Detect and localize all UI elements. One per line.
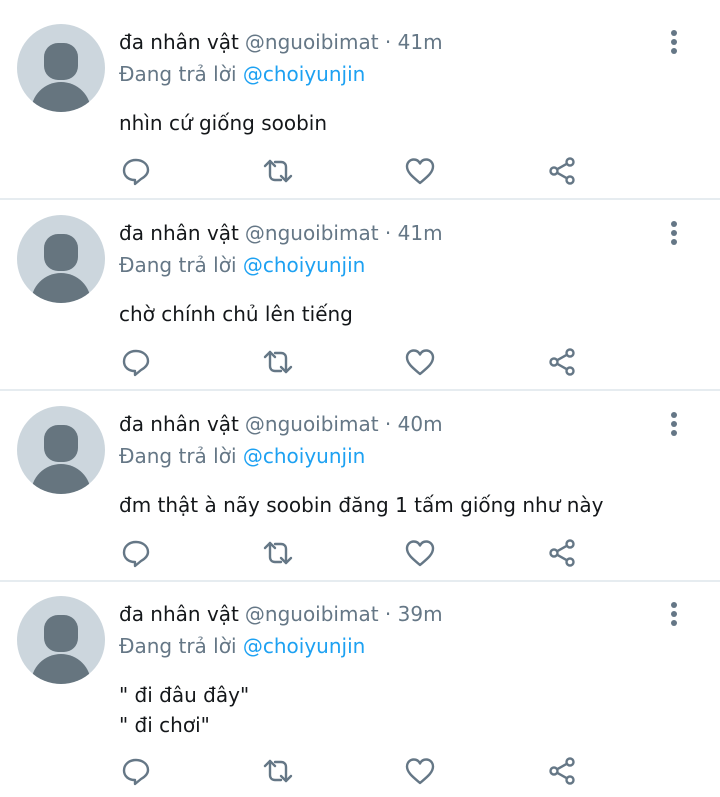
tweet[interactable]: đa nhân vật @nguoibimat · 39m Đang trả lờ…	[0, 572, 720, 797]
reply-prefix: Đang trả lời	[119, 253, 237, 277]
like-heart-icon[interactable]	[404, 346, 436, 378]
tweet-text-line: đm thật à nãy soobin đăng 1 tấm giống nh…	[119, 493, 604, 517]
reply-icon[interactable]	[120, 155, 152, 187]
reply-icon[interactable]	[120, 755, 152, 787]
avatar[interactable]	[17, 596, 105, 684]
share-icon[interactable]	[546, 537, 578, 569]
tweet-text-line: nhìn cứ giống soobin	[119, 111, 328, 135]
timestamp[interactable]: 39m	[398, 602, 443, 626]
reply-mention[interactable]: @choiyunjin	[243, 634, 365, 658]
author-handle[interactable]: @nguoibimat	[245, 221, 379, 245]
action-bar	[120, 537, 580, 571]
retweet-icon[interactable]	[262, 755, 294, 787]
tweet-text: nhìn cứ giống soobin	[119, 108, 327, 138]
share-icon[interactable]	[546, 346, 578, 378]
retweet-icon[interactable]	[262, 155, 294, 187]
retweet-icon[interactable]	[262, 346, 294, 378]
timestamp[interactable]: 41m	[398, 221, 443, 245]
tweet-text: chờ chính chủ lên tiếng	[119, 299, 353, 329]
more-vertical-icon[interactable]	[660, 219, 688, 247]
tweet-header: đa nhân vật @nguoibimat · 40m	[119, 412, 443, 436]
timestamp[interactable]: 41m	[398, 30, 443, 54]
tweet-text-line: " đi chơi"	[119, 713, 210, 737]
reply-icon[interactable]	[120, 537, 152, 569]
author-name[interactable]: đa nhân vật	[119, 30, 239, 54]
action-bar	[120, 755, 580, 789]
tweet-text: đm thật à nãy soobin đăng 1 tấm giống nh…	[119, 490, 604, 520]
avatar[interactable]	[17, 215, 105, 303]
tweet-header: đa nhân vật @nguoibimat · 39m	[119, 602, 443, 626]
action-bar	[120, 346, 580, 380]
tweet-text-line: " đi đâu đây"	[119, 683, 250, 707]
reply-prefix: Đang trả lời	[119, 444, 237, 468]
action-bar	[120, 155, 580, 189]
reply-context: Đang trả lời @choiyunjin	[119, 634, 365, 658]
reply-prefix: Đang trả lời	[119, 62, 237, 86]
more-vertical-icon[interactable]	[660, 28, 688, 56]
tweet[interactable]: đa nhân vật @nguoibimat · 41m Đang trả lờ…	[0, 191, 720, 389]
like-heart-icon[interactable]	[404, 755, 436, 787]
separator-dot: ·	[384, 602, 392, 626]
author-handle[interactable]: @nguoibimat	[245, 412, 379, 436]
tweet[interactable]: đa nhân vật @nguoibimat · 40m Đang trả lờ…	[0, 382, 720, 580]
reply-prefix: Đang trả lời	[119, 634, 237, 658]
timestamp[interactable]: 40m	[398, 412, 443, 436]
author-name[interactable]: đa nhân vật	[119, 221, 239, 245]
avatar[interactable]	[17, 24, 105, 112]
separator-dot: ·	[384, 412, 392, 436]
author-name[interactable]: đa nhân vật	[119, 602, 239, 626]
tweet-header: đa nhân vật @nguoibimat · 41m	[119, 30, 443, 54]
like-heart-icon[interactable]	[404, 155, 436, 187]
tweet-text-line: chờ chính chủ lên tiếng	[119, 302, 353, 326]
author-handle[interactable]: @nguoibimat	[245, 602, 379, 626]
like-heart-icon[interactable]	[404, 537, 436, 569]
reply-context: Đang trả lời @choiyunjin	[119, 444, 365, 468]
share-icon[interactable]	[546, 755, 578, 787]
reply-context: Đang trả lời @choiyunjin	[119, 253, 365, 277]
reply-icon[interactable]	[120, 346, 152, 378]
tweet-header: đa nhân vật @nguoibimat · 41m	[119, 221, 443, 245]
reply-mention[interactable]: @choiyunjin	[243, 444, 365, 468]
separator-dot: ·	[384, 30, 392, 54]
avatar[interactable]	[17, 406, 105, 494]
share-icon[interactable]	[546, 155, 578, 187]
separator-dot: ·	[384, 221, 392, 245]
reply-mention[interactable]: @choiyunjin	[243, 62, 365, 86]
reply-context: Đang trả lời @choiyunjin	[119, 62, 365, 86]
author-name[interactable]: đa nhân vật	[119, 412, 239, 436]
author-handle[interactable]: @nguoibimat	[245, 30, 379, 54]
retweet-icon[interactable]	[262, 537, 294, 569]
tweet-text: " đi đâu đây" " đi chơi"	[119, 680, 249, 740]
more-vertical-icon[interactable]	[660, 600, 688, 628]
tweet[interactable]: đa nhân vật @nguoibimat · 41m Đang trả lờ…	[0, 0, 720, 198]
more-vertical-icon[interactable]	[660, 410, 688, 438]
reply-mention[interactable]: @choiyunjin	[243, 253, 365, 277]
